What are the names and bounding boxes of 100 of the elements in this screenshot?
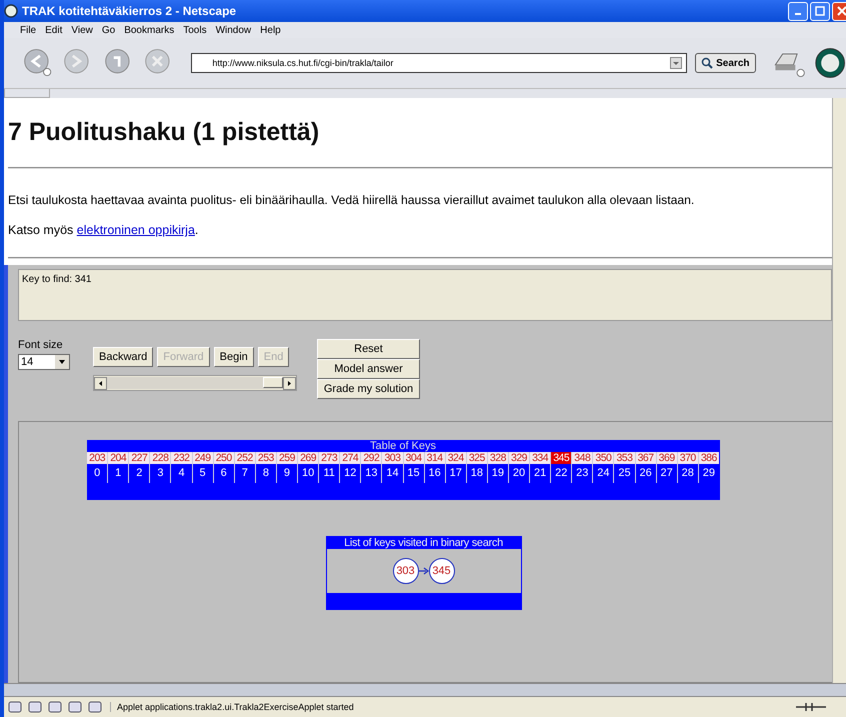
index-label: 6 xyxy=(220,466,227,481)
url-field[interactable]: http://www.niksula.cs.hut.fi/cgi-bin/trakla/tailor xyxy=(191,53,688,73)
index-label: 29 xyxy=(702,466,715,481)
index-label: 18 xyxy=(470,466,483,481)
key-cell[interactable]: 204 xyxy=(108,452,128,464)
link[interactable]: elektroninen oppikirja xyxy=(76,223,195,237)
paragraph: Etsi taulukosta haettavaa avainta puolitus- eli binäärihaulla. Vedä hiirellä haussa vieraillut avaimet taulukon alla olevaan listaan. xyxy=(8,193,696,207)
minimize-button[interactable] xyxy=(788,2,808,20)
index-label: 17 xyxy=(450,466,462,481)
menu-item[interactable]: View xyxy=(71,24,93,36)
key-cell[interactable]: 386 xyxy=(698,452,719,464)
vertical-scrollbar[interactable] xyxy=(832,98,846,683)
index-label: 5 xyxy=(200,466,206,481)
key-cell[interactable]: 227 xyxy=(129,452,150,464)
index-label: 21 xyxy=(534,466,546,481)
menu-item[interactable]: Edit xyxy=(45,24,62,36)
search-icon xyxy=(701,57,714,69)
key-cell[interactable]: 325 xyxy=(466,452,487,464)
key-cell[interactable]: 252 xyxy=(234,452,255,464)
menu-item[interactable]: Bookmarks xyxy=(124,24,174,36)
status-text: Applet applications.trakla2.ui.Trakla2ExerciseApplet started xyxy=(110,702,788,712)
key-cell[interactable]: 329 xyxy=(508,452,530,464)
key-cell[interactable]: 353 xyxy=(614,452,635,464)
key-cell[interactable]: 369 xyxy=(656,452,677,464)
minimize-icon xyxy=(795,13,801,15)
index-label: 13 xyxy=(365,466,378,481)
key-cell[interactable]: 328 xyxy=(488,452,508,464)
key-node[interactable]: 303 xyxy=(392,558,418,584)
key-cell[interactable]: 304 xyxy=(404,452,424,464)
window-title: TRAK kotitehtäväkierros 2 - Netscape xyxy=(22,4,238,18)
slider-thumb[interactable] xyxy=(263,377,283,388)
key-cell[interactable]: 348 xyxy=(572,452,592,464)
action-button[interactable]: Reset xyxy=(317,339,420,359)
key-cell[interactable]: 324 xyxy=(446,452,466,464)
menu-item[interactable]: Window xyxy=(216,24,252,36)
index-label: 3 xyxy=(157,466,164,481)
key-cell[interactable]: 273 xyxy=(319,452,340,464)
key-cell[interactable]: 334 xyxy=(530,452,550,464)
index-label: 23 xyxy=(576,466,588,481)
index-label: 12 xyxy=(344,466,356,481)
key-cell[interactable]: 249 xyxy=(192,452,213,464)
key-cell[interactable]: 303 xyxy=(382,452,402,464)
index-label: 4 xyxy=(178,466,185,481)
list-title: List of keys visited in binary search xyxy=(326,537,520,549)
step-button[interactable]: Backward xyxy=(93,347,154,367)
step-button[interactable]: Begin xyxy=(214,347,254,367)
connection-icon xyxy=(796,701,826,713)
key-cell[interactable]: 345 xyxy=(551,452,572,464)
logo-icon[interactable] xyxy=(814,46,846,80)
index-label: 10 xyxy=(302,466,314,481)
index-label: 24 xyxy=(597,466,610,481)
message-text: Key to find: 341 xyxy=(22,274,92,285)
key-cell[interactable]: 370 xyxy=(678,452,698,464)
menu-item[interactable]: Help xyxy=(260,24,281,36)
index-label: 1 xyxy=(115,466,122,481)
punctuation: . xyxy=(194,223,198,237)
maximize-button[interactable] xyxy=(810,2,830,20)
key-cell[interactable]: 259 xyxy=(276,452,298,464)
index-label: 19 xyxy=(492,466,504,481)
maximize-icon xyxy=(815,6,825,16)
table-title: Table of Keys xyxy=(370,440,436,452)
page-heading: 7 Puolitushaku (1 pistettä) xyxy=(8,118,320,147)
index-label: 2 xyxy=(136,466,142,481)
key-cell[interactable]: 367 xyxy=(636,452,656,464)
key-cell[interactable]: 269 xyxy=(298,452,318,464)
index-label: 8 xyxy=(262,466,269,481)
close-button[interactable] xyxy=(832,2,846,20)
index-label: 0 xyxy=(94,466,100,481)
key-cell[interactable]: 228 xyxy=(150,452,170,464)
menu-item[interactable]: File xyxy=(20,24,36,36)
key-node[interactable]: 345 xyxy=(428,558,454,584)
index-label: 22 xyxy=(555,466,568,481)
key-cell[interactable]: 292 xyxy=(361,452,382,464)
arrow-icon xyxy=(418,567,428,575)
index-label: 26 xyxy=(639,466,652,481)
action-button[interactable]: Grade my solution xyxy=(317,379,420,399)
search-button[interactable]: Search xyxy=(695,53,756,73)
index-label: 25 xyxy=(618,466,631,481)
horizontal-scrollbar[interactable] xyxy=(4,683,846,697)
index-label: 14 xyxy=(386,466,399,481)
index-label: 20 xyxy=(512,466,526,481)
index-label: 9 xyxy=(284,466,290,481)
key-cell[interactable]: 274 xyxy=(340,452,360,464)
index-label: 11 xyxy=(323,466,335,481)
key-cell[interactable]: 350 xyxy=(593,452,614,464)
index-label: 28 xyxy=(682,466,694,481)
dropdown-icon[interactable] xyxy=(55,355,69,369)
font-size-select[interactable]: 14 xyxy=(18,354,70,370)
key-cell[interactable]: 203 xyxy=(87,452,108,464)
key-cell[interactable]: 250 xyxy=(214,452,234,464)
index-label: 16 xyxy=(428,466,441,481)
menu-item[interactable]: Go xyxy=(102,24,116,36)
action-button[interactable]: Model answer xyxy=(317,359,420,379)
app-icon xyxy=(4,4,18,18)
key-cell[interactable]: 232 xyxy=(171,452,192,464)
key-cell[interactable]: 314 xyxy=(424,452,445,464)
index-label: 7 xyxy=(242,466,248,481)
key-cell[interactable]: 253 xyxy=(256,452,276,464)
menu-item[interactable]: Tools xyxy=(183,24,207,36)
font-size-label: Font size xyxy=(18,339,64,351)
